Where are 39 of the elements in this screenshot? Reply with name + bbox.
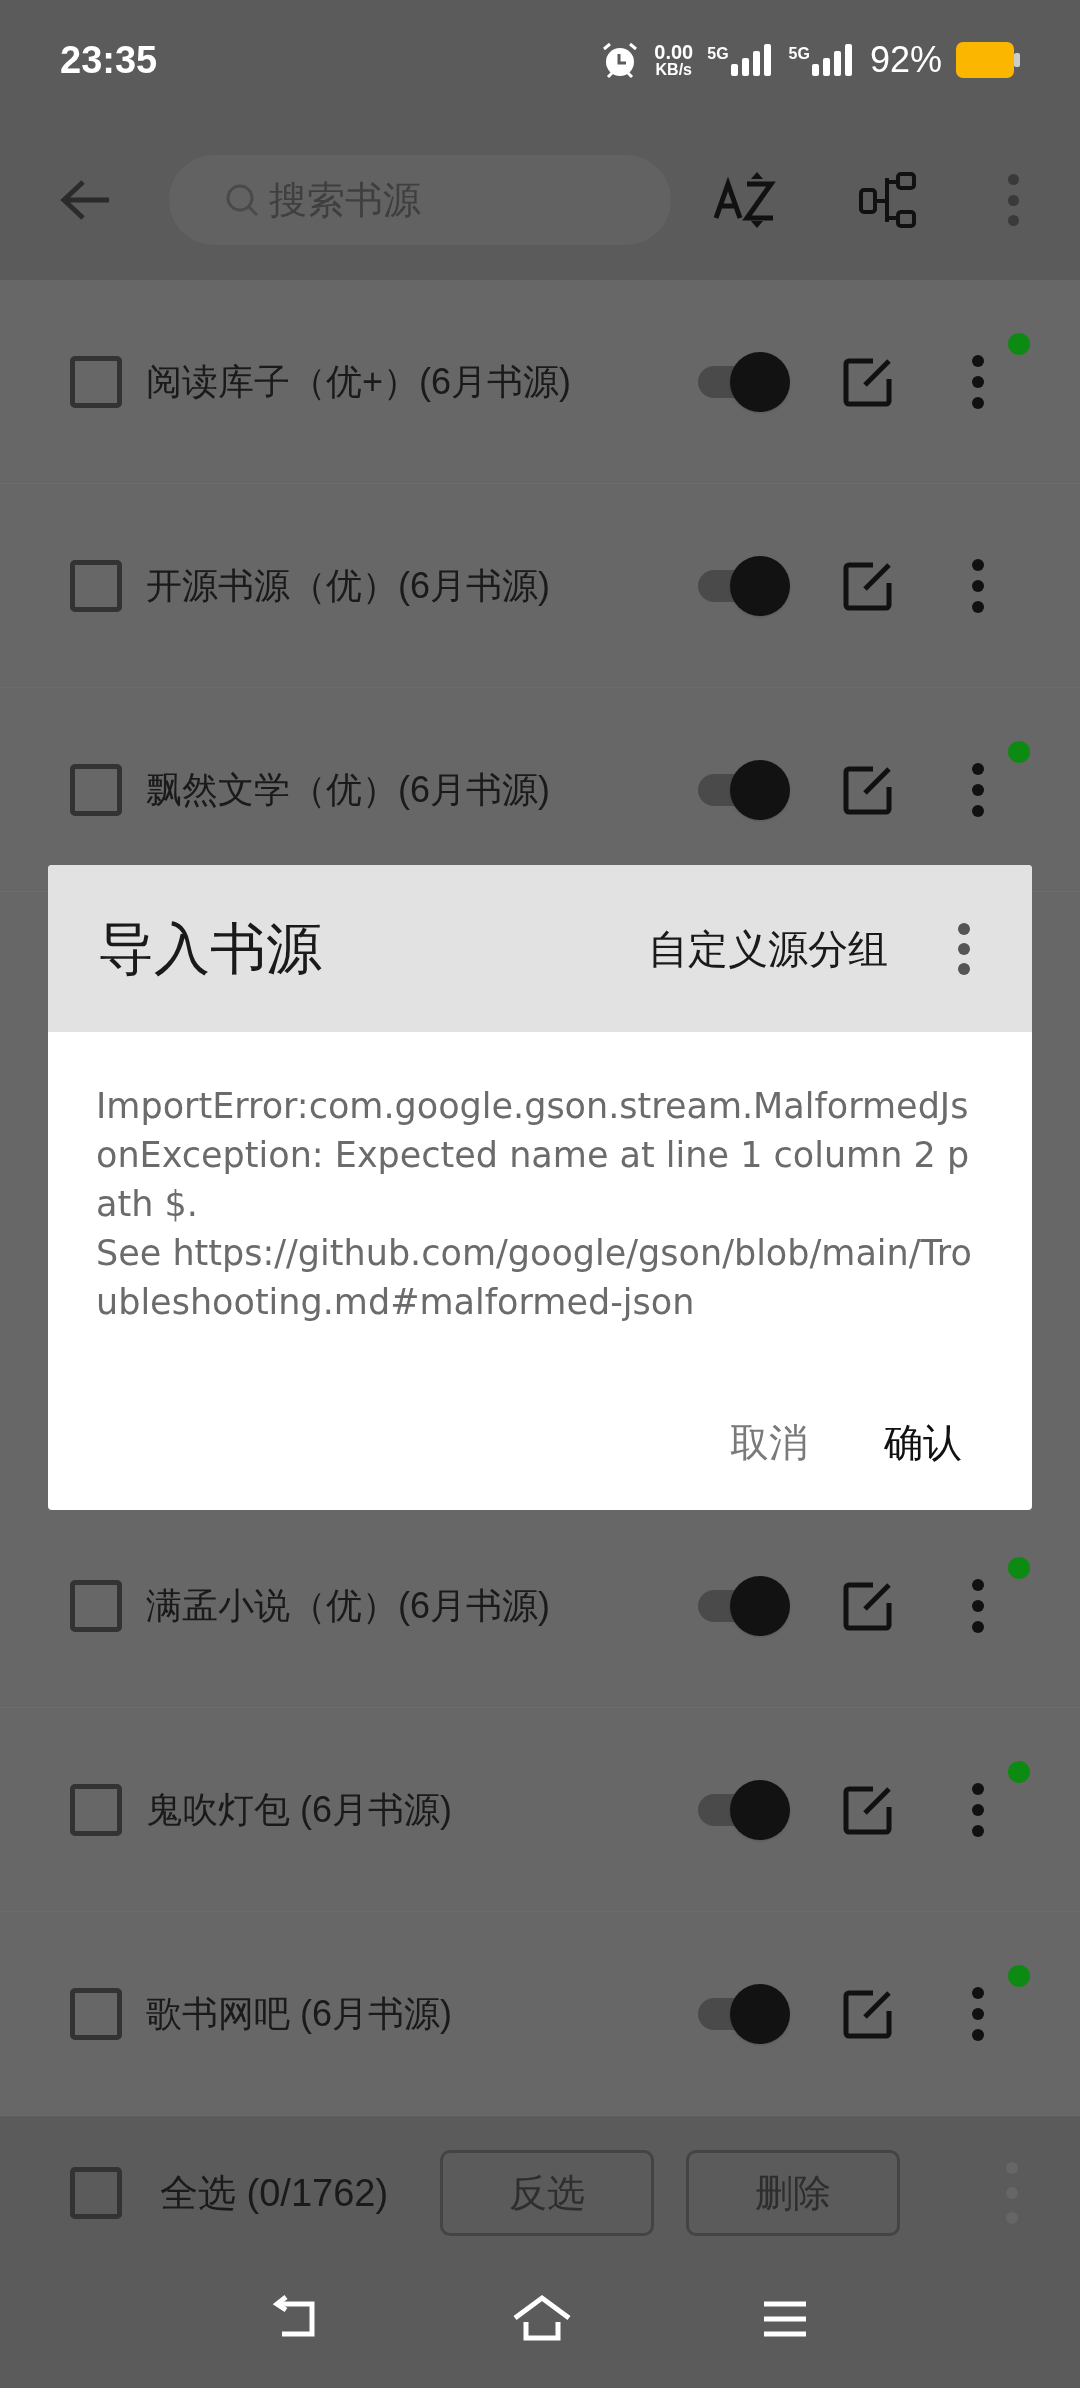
source-name: 满孟小说（优）(6月书源): [146, 1583, 550, 1628]
toggle-switch[interactable]: [698, 1777, 790, 1842]
checkbox[interactable]: [70, 2167, 122, 2219]
checkbox[interactable]: [70, 1579, 122, 1632]
toggle-switch[interactable]: [698, 757, 790, 822]
cancel-button[interactable]: 取消: [730, 1413, 808, 1472]
source-name: 歌书网吧 (6月书源): [146, 1991, 452, 2036]
source-row[interactable]: 阅读库子（优+）(6月书源): [0, 280, 1080, 484]
source-row[interactable]: 鬼吹灯包 (6月书源): [0, 1708, 1080, 1912]
error-message: ImportError:com.google.gson.stream.MalformedJsonException: Expected name at line 1 column 2 path $. See https://github.com/google/gson/blob/main/Troubleshooting.md#malformed-json: [96, 1085, 973, 1324]
checkbox[interactable]: [70, 1783, 122, 1836]
confirm-button[interactable]: 确认: [884, 1413, 962, 1472]
checkbox[interactable]: [70, 763, 122, 816]
checkbox[interactable]: [70, 355, 122, 408]
group-button[interactable]: 自定义源分组: [648, 918, 888, 979]
battery-percent: 92%: [869, 38, 942, 82]
clock-time: 23:35: [60, 37, 158, 83]
toggle-switch[interactable]: [698, 553, 790, 618]
source-row[interactable]: 开源书源（优）(6月书源): [0, 484, 1080, 688]
net-speed: 0.00: [654, 42, 694, 62]
source-name: 开源书源（优）(6月书源): [146, 563, 550, 608]
more-icon[interactable]: [956, 922, 972, 975]
source-name: 阅读库子（优+）(6月书源): [146, 359, 572, 404]
network-label: 5G: [707, 44, 729, 64]
search-icon: [225, 183, 259, 217]
toggle-switch[interactable]: [698, 1573, 790, 1638]
home-icon[interactable]: [512, 2294, 572, 2344]
select-all-label[interactable]: 全选 (0/1762): [160, 2164, 389, 2222]
menu-icon[interactable]: [762, 2299, 808, 2339]
dialog-title: 导入书源: [98, 915, 322, 982]
checkbox[interactable]: [70, 559, 122, 612]
toggle-switch[interactable]: [698, 1981, 790, 2046]
source-name: 鬼吹灯包 (6月书源): [146, 1787, 452, 1832]
checkbox[interactable]: [70, 1987, 122, 2040]
toggle-switch[interactable]: [698, 349, 790, 414]
battery-icon: [956, 42, 1020, 78]
source-name: 飘然文学（优）(6月书源): [146, 767, 550, 812]
net-unit: KB/s: [655, 62, 692, 78]
network-label: 5G: [788, 44, 810, 64]
